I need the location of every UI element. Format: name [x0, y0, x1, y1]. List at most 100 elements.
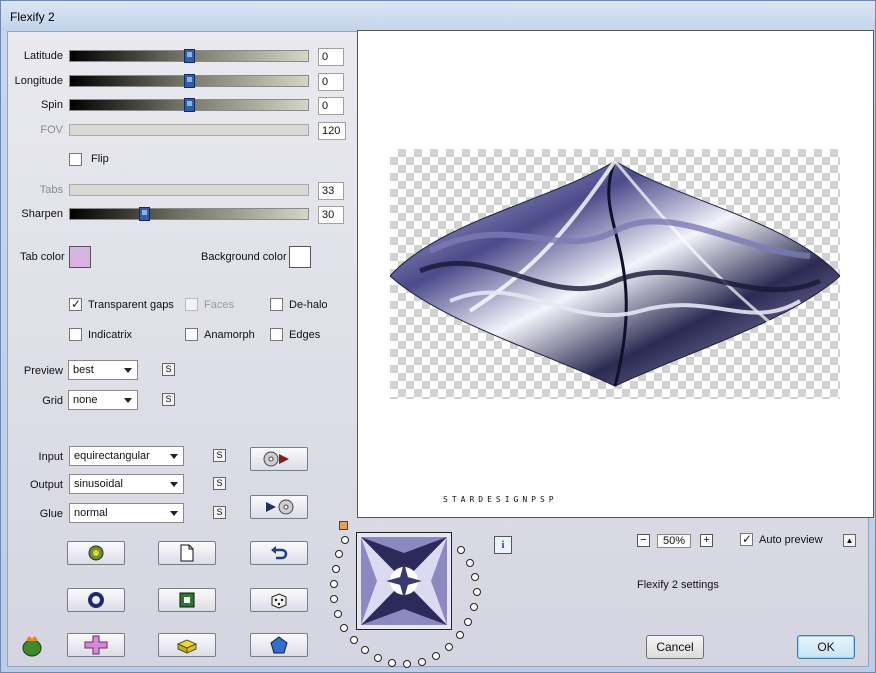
preset-dot[interactable] [350, 636, 358, 644]
glue-select[interactable]: normal [69, 503, 184, 523]
input-s-button[interactable]: S [213, 449, 226, 462]
chevron-down-icon [124, 398, 132, 403]
longitude-slider[interactable] [69, 74, 309, 88]
glue-select-label: Glue [39, 508, 63, 520]
grid-s-button[interactable]: S [162, 393, 175, 406]
cross-button[interactable] [67, 633, 125, 657]
preset-dot[interactable] [330, 580, 338, 588]
anamorph-label: Anamorph [204, 329, 255, 341]
output-play-cd-button[interactable] [250, 495, 308, 519]
preset-dot[interactable] [374, 654, 382, 662]
preset-dot[interactable] [471, 573, 479, 581]
info-icon: i [501, 539, 505, 551]
frame-button[interactable] [158, 588, 216, 612]
latitude-slider-thumb[interactable] [184, 49, 195, 63]
dice-icon [271, 593, 287, 609]
gem-icon [88, 545, 104, 561]
preset-dot[interactable] [464, 618, 472, 626]
preset-preview-image [357, 533, 451, 629]
preset-thumbnail[interactable] [356, 532, 452, 630]
edges-checkbox[interactable] [270, 328, 283, 341]
input-cd-play-button[interactable] [250, 447, 308, 471]
preset-dot[interactable] [341, 536, 349, 544]
sharpen-slider[interactable] [69, 207, 309, 221]
preset-dot[interactable] [470, 603, 478, 611]
indicatrix-checkbox[interactable] [69, 328, 82, 341]
de-halo-checkbox[interactable] [270, 298, 283, 311]
background-color-swatch[interactable] [289, 246, 311, 268]
latitude-value[interactable]: 0 [318, 48, 344, 66]
cancel-button[interactable]: Cancel [646, 635, 704, 659]
output-s-button[interactable]: S [213, 477, 226, 490]
spin-value[interactable]: 0 [318, 97, 344, 115]
collapse-button[interactable]: ▲ [843, 534, 856, 547]
auto-preview-label: Auto preview [759, 534, 823, 546]
tab-color-swatch[interactable] [69, 246, 91, 268]
preset-dot[interactable] [332, 565, 340, 573]
preset-dot[interactable] [330, 595, 338, 603]
undo-button[interactable] [250, 541, 308, 565]
ring-button[interactable] [67, 588, 125, 612]
zoom-out-button[interactable]: − [637, 534, 650, 547]
longitude-slider-thumb[interactable] [184, 74, 195, 88]
de-halo-label: De-halo [289, 299, 328, 311]
longitude-value[interactable]: 0 [318, 73, 344, 91]
input-select[interactable]: equirectangular [69, 446, 184, 466]
preset-dot[interactable] [361, 646, 369, 654]
preset-dot[interactable] [456, 631, 464, 639]
output-select[interactable]: sinusoidal [69, 474, 184, 494]
ring-icon [88, 592, 104, 608]
flexify-preview-image [390, 161, 840, 387]
spin-slider[interactable] [69, 98, 309, 112]
info-button[interactable]: i [494, 536, 512, 554]
chevron-down-icon [170, 454, 178, 459]
flip-checkbox[interactable] [69, 153, 82, 166]
chevron-down-icon [170, 511, 178, 516]
preset-dot[interactable] [445, 643, 453, 651]
preview-s-button[interactable]: S [162, 363, 175, 376]
preview-quality-select[interactable]: best [68, 360, 138, 380]
pentagon-button[interactable] [250, 633, 308, 657]
glue-s-button[interactable]: S [213, 506, 226, 519]
preset-dot[interactable] [388, 659, 396, 667]
tab-color-label: Tab color [20, 251, 65, 263]
brick-button[interactable] [158, 633, 216, 657]
preset-dot[interactable] [403, 660, 411, 668]
output-select-label: Output [29, 479, 63, 491]
preset-dot[interactable] [418, 658, 426, 666]
sharpen-label: Sharpen [21, 208, 63, 220]
faces-checkbox [185, 298, 198, 311]
preview-panel[interactable]: STARDESIGNPSP [357, 30, 874, 518]
preset-dot[interactable] [340, 624, 348, 632]
transparent-gaps-checkbox[interactable] [69, 297, 82, 311]
grid-select-label: Grid [42, 395, 63, 407]
auto-preview-checkbox[interactable] [740, 532, 753, 546]
cross-icon [84, 635, 108, 655]
title-bar: Flexify 2 [1, 1, 875, 31]
latitude-slider[interactable] [69, 49, 309, 63]
preset-dot[interactable] [473, 588, 481, 596]
spin-slider-thumb[interactable] [184, 98, 195, 112]
preset-dot[interactable] [432, 652, 440, 660]
random-dice-button[interactable] [250, 588, 308, 612]
chevron-down-icon [124, 368, 132, 373]
preset-dot[interactable] [334, 610, 342, 618]
ok-button[interactable]: OK [797, 635, 855, 659]
anamorph-checkbox[interactable] [185, 328, 198, 341]
preset-ring-handle[interactable] [339, 521, 348, 530]
preset-dot[interactable] [335, 550, 343, 558]
input-select-label: Input [38, 451, 63, 463]
preview-select-label: Preview [23, 365, 63, 377]
background-color-label: Background color [201, 251, 287, 263]
zoom-in-button[interactable]: + [700, 534, 713, 547]
spin-label: Spin [40, 99, 63, 111]
sharpen-slider-thumb[interactable] [139, 207, 150, 221]
new-document-button[interactable] [158, 541, 216, 565]
zoom-level: 50% [657, 534, 691, 548]
transparent-gaps-label: Transparent gaps [88, 299, 174, 311]
randomize-gem-button[interactable] [67, 541, 125, 565]
preset-dot[interactable] [457, 546, 465, 554]
sharpen-value[interactable]: 30 [318, 206, 344, 224]
grid-select[interactable]: none [68, 390, 138, 410]
preset-dot[interactable] [466, 559, 474, 567]
